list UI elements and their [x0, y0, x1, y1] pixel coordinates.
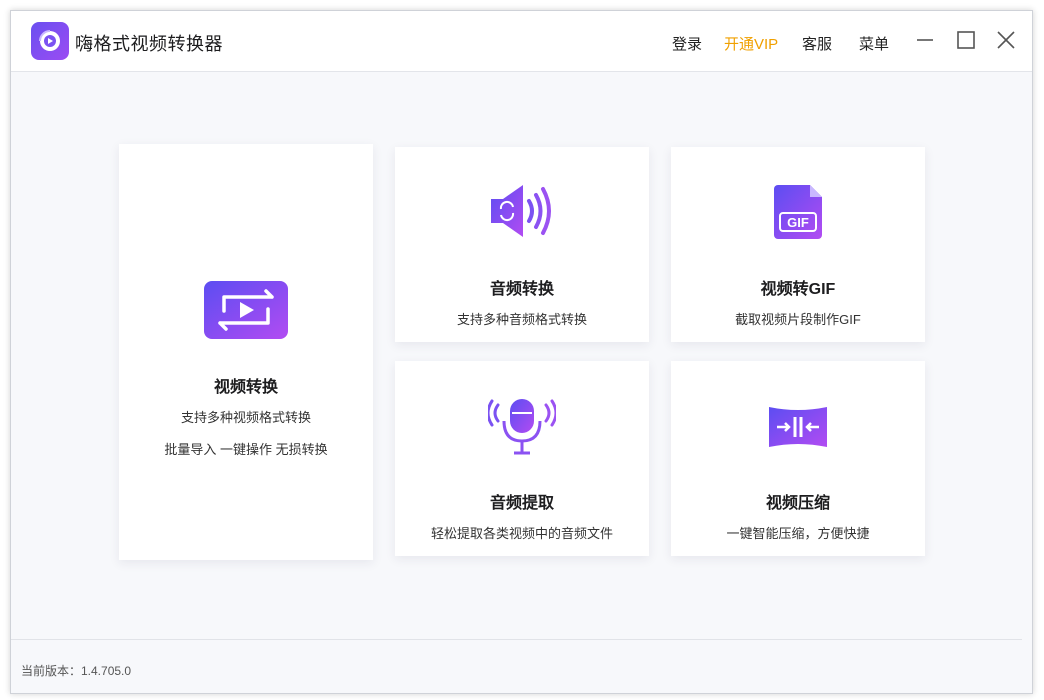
- video-compress-title: 视频压缩: [765, 495, 830, 512]
- vip-link[interactable]: 开通VIP: [724, 33, 778, 54]
- gif-file-icon: GIF: [774, 185, 822, 244]
- service-link[interactable]: 客服: [802, 33, 832, 54]
- app-title: 嗨格式视频转换器: [75, 34, 223, 54]
- menu-link[interactable]: 菜单: [859, 33, 889, 54]
- video-convert-card[interactable]: 视频转换 支持多种视频格式转换 批量导入 一键操作 无损转换: [119, 144, 373, 560]
- video-compress-desc: 一键智能压缩，方便快捷: [726, 526, 870, 541]
- speaker-convert-icon: [489, 183, 555, 244]
- title-bar: 嗨格式视频转换器 登录 开通VIP 客服 菜单: [11, 11, 1032, 72]
- app-window: 嗨格式视频转换器 登录 开通VIP 客服 菜单 视频转换 支持多种视频格式转换 …: [10, 10, 1033, 694]
- close-icon[interactable]: [995, 29, 1017, 51]
- video-gif-title: 视频转GIF: [760, 281, 836, 298]
- gif-icon-label: GIF: [787, 215, 809, 230]
- login-link[interactable]: 登录: [672, 33, 702, 54]
- version-label: 当前版本：1.4.705.0: [21, 664, 132, 678]
- audio-convert-desc: 支持多种音频格式转换: [456, 312, 587, 327]
- footer-divider: [11, 639, 1022, 640]
- audio-convert-title: 音频转换: [489, 281, 554, 298]
- video-convert-icon: [204, 281, 288, 344]
- audio-extract-card[interactable]: 音频提取 轻松提取各类视频中的音频文件: [395, 361, 649, 556]
- compress-icon: [767, 405, 829, 454]
- maximize-icon[interactable]: [955, 29, 977, 51]
- audio-extract-title: 音频提取: [489, 495, 554, 512]
- audio-extract-desc: 轻松提取各类视频中的音频文件: [430, 526, 613, 541]
- microphone-icon: [486, 399, 558, 460]
- video-gif-desc: 截取视频片段制作GIF: [735, 312, 861, 327]
- audio-convert-card[interactable]: 音频转换 支持多种音频格式转换: [395, 147, 649, 342]
- video-convert-desc-2: 批量导入 一键操作 无损转换: [164, 442, 328, 457]
- video-gif-card[interactable]: GIF 视频转GIF 截取视频片段制作GIF: [671, 147, 925, 342]
- video-convert-title: 视频转换: [213, 379, 278, 396]
- video-convert-desc: 支持多种视频格式转换: [180, 410, 311, 425]
- minimize-icon[interactable]: [914, 29, 936, 51]
- video-compress-card[interactable]: 视频压缩 一键智能压缩，方便快捷: [671, 361, 925, 556]
- app-logo-icon: [31, 22, 69, 60]
